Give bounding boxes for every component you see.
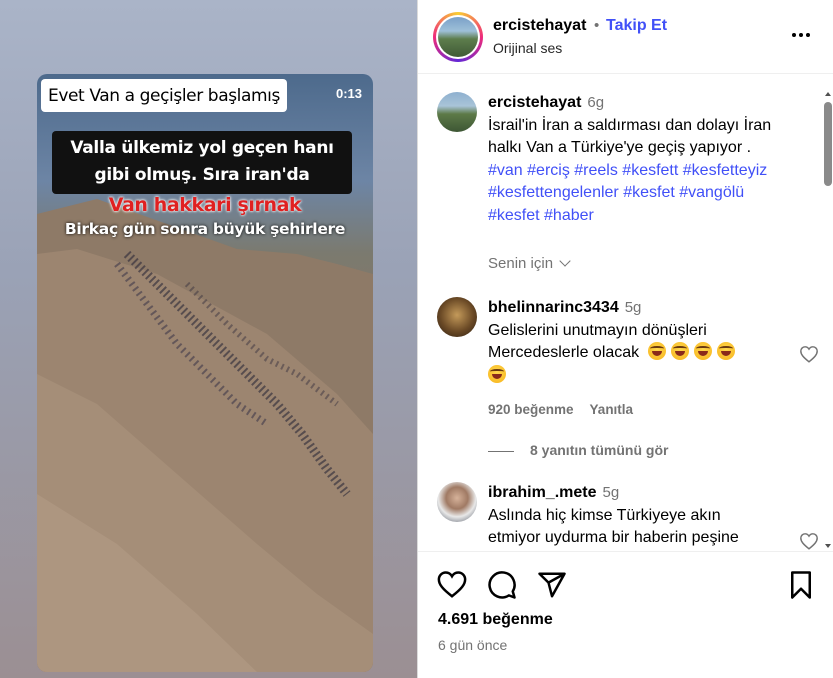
author-avatar[interactable] bbox=[433, 12, 483, 62]
comment-avatar[interactable] bbox=[437, 482, 477, 522]
like-heart-icon[interactable] bbox=[437, 570, 467, 600]
comment-age: 5g bbox=[624, 299, 642, 316]
video-caption-black: Valla ülkemiz yol geçen hanı gibi olmuş.… bbox=[52, 131, 352, 194]
reel-video[interactable]: Evet Van a geçişler başlamış 0:13 Valla … bbox=[37, 74, 373, 672]
caption-hashtags-line2[interactable]: #kesfettengelenler #kesfet #vangölü bbox=[488, 182, 798, 205]
comment-avatar[interactable] bbox=[437, 297, 477, 337]
caption-hashtags-line3[interactable]: #kesfet #haber bbox=[488, 205, 798, 228]
comment-text-line1: Gelislerini unutmayın dönüşleri bbox=[488, 321, 707, 339]
audio-label[interactable]: Orijinal ses bbox=[493, 40, 562, 56]
laughing-emoji-icon bbox=[488, 364, 506, 383]
header-separator: • bbox=[594, 17, 600, 34]
see-translation-button[interactable]: Senin için bbox=[488, 255, 571, 272]
caption-text-line1: İsrail'in İran a saldırması dan dolayı İ… bbox=[488, 116, 772, 134]
author-username[interactable]: ercistehayat bbox=[493, 17, 586, 35]
comment-item: bhelinnarinc3434 5g Gelislerini unutmayın… bbox=[437, 297, 819, 457]
scroll-down-icon[interactable] bbox=[825, 544, 831, 548]
comments-scroll-area[interactable]: ercistehayat 6g İsrail'in İran a saldırma… bbox=[418, 75, 824, 551]
post-details-pane: ercistehayat • Takip Et Orijinal ses erc… bbox=[417, 0, 833, 678]
comment-username[interactable]: bhelinnarinc3434 bbox=[488, 299, 619, 316]
comment-reply-button[interactable]: Yanıtla bbox=[590, 402, 634, 417]
video-duration: 0:13 bbox=[335, 86, 362, 101]
caption-avatar[interactable] bbox=[437, 92, 477, 132]
share-send-icon[interactable] bbox=[537, 570, 567, 600]
scroll-up-icon[interactable] bbox=[825, 92, 831, 96]
video-caption-white: Birkaç gün sonra büyük şehirlere bbox=[64, 220, 346, 238]
laughing-emoji-icon bbox=[648, 342, 667, 360]
more-horizontal-icon[interactable] bbox=[791, 27, 811, 38]
comment-like-count[interactable]: 920 beğenme bbox=[488, 402, 574, 417]
chevron-down-icon bbox=[559, 255, 571, 267]
replies-divider bbox=[488, 450, 514, 452]
comment-like-heart-icon[interactable] bbox=[799, 345, 819, 363]
comment-username[interactable]: ibrahim_.mete bbox=[488, 484, 596, 501]
follow-button[interactable]: Takip Et bbox=[606, 17, 667, 35]
post-timestamp[interactable]: 6 gün önce bbox=[438, 637, 507, 653]
video-caption-black-line1: Valla ülkemiz yol geçen hanı bbox=[70, 138, 334, 158]
see-translation-label: Senin için bbox=[488, 255, 554, 272]
caption-age: 6g bbox=[587, 94, 605, 111]
comments-scrollbar[interactable] bbox=[823, 92, 833, 550]
comment-like-heart-icon[interactable] bbox=[799, 532, 819, 550]
view-replies-label: 8 yanıtın tümünü gör bbox=[530, 442, 669, 458]
comment-text-line2: etmiyor uydurma bir haberin peşine bbox=[488, 529, 739, 546]
video-caption-black-line2: gibi olmuş. Sıra iran'da bbox=[94, 165, 310, 185]
media-pane: Evet Van a geçişler başlamış 0:13 Valla … bbox=[0, 0, 417, 678]
comment-meta: 920 beğenme Yanıtla bbox=[488, 402, 633, 417]
comment-text-line1: Aslında hiç kimse Türkiyeye akın bbox=[488, 506, 721, 524]
comment-item: ibrahim_.mete 5g Aslında hiç kimse Türkiy… bbox=[437, 482, 819, 551]
bookmark-icon[interactable] bbox=[786, 570, 816, 600]
comment-age: 5g bbox=[602, 484, 620, 501]
laughing-emoji-icon bbox=[671, 342, 690, 360]
post-like-count[interactable]: 4.691 beğenme bbox=[438, 611, 553, 629]
caption-username[interactable]: ercistehayat bbox=[488, 94, 581, 111]
caption-hashtags-line1[interactable]: #van #erciş #reels #kesfett #kesfetteyiz bbox=[488, 160, 798, 183]
video-caption-top: Evet Van a geçişler başlamış bbox=[41, 79, 287, 112]
view-replies-button[interactable]: 8 yanıtın tümünü gör bbox=[488, 442, 668, 458]
caption-text-line2: halkı Van a Türkiye'ye geçiş yapıyor . bbox=[488, 139, 752, 156]
scrollbar-thumb[interactable] bbox=[824, 102, 832, 186]
post-caption: ercistehayat 6g İsrail'in İran a saldırma… bbox=[437, 92, 817, 272]
laughing-emoji-icon bbox=[717, 342, 736, 360]
comment-bubble-icon[interactable] bbox=[487, 570, 517, 600]
laughing-emoji-icon bbox=[694, 342, 713, 360]
video-caption-red: Van hakkari şırnak bbox=[108, 194, 302, 216]
comment-text-line2: Mercedeslerle olacak bbox=[488, 344, 640, 361]
post-header: ercistehayat • Takip Et Orijinal ses bbox=[418, 0, 833, 74]
